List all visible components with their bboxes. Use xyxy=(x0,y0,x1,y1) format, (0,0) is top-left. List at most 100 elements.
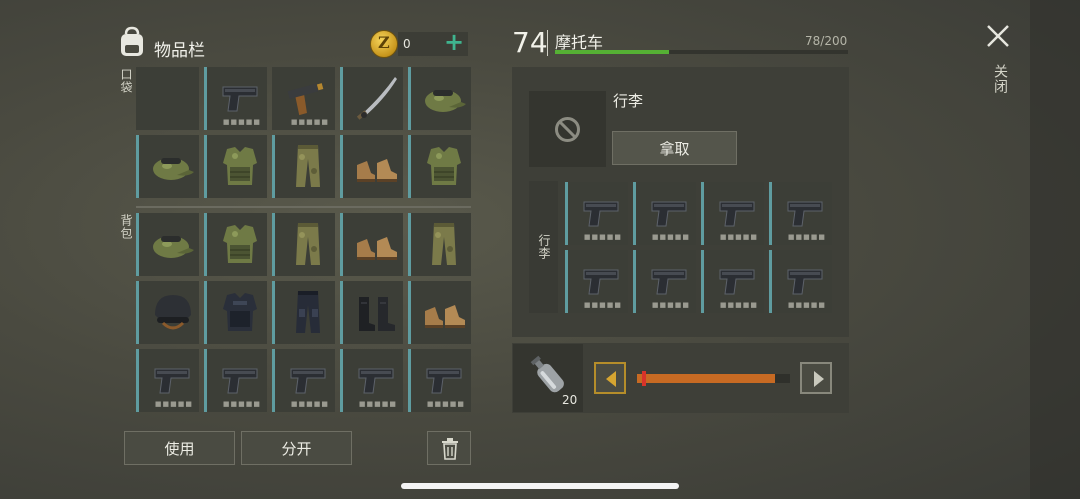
backpack-slot[interactable] xyxy=(272,213,335,276)
backpack-slot[interactable] xyxy=(204,213,267,276)
close-button-label[interactable]: 关闭 xyxy=(990,64,1010,94)
no-item-icon xyxy=(555,117,580,142)
durability-indicator: ■■■■■ xyxy=(290,118,329,126)
pocket-slot[interactable]: ■■■■■ xyxy=(272,67,335,130)
durability-indicator: ■■■■■ xyxy=(222,118,261,126)
backpack-slot[interactable] xyxy=(340,213,403,276)
gas-bottle-icon xyxy=(530,355,564,393)
camo-cap-icon xyxy=(153,236,194,258)
pistol-icon xyxy=(426,368,462,394)
close-icon[interactable] xyxy=(986,24,1010,48)
backpack-slot[interactable] xyxy=(272,281,335,344)
durability-indicator: ■■■■■ xyxy=(426,400,465,408)
police-pants-icon xyxy=(296,291,320,333)
increase-button[interactable] xyxy=(800,362,832,394)
durability-indicator: ■■■■■ xyxy=(358,400,397,408)
durability-indicator: ■■■■■ xyxy=(787,233,826,241)
backpack-slot[interactable]: ■■■■■ xyxy=(204,349,267,412)
katana-icon xyxy=(356,77,397,120)
backpack-slot[interactable] xyxy=(408,281,471,344)
luggage-slot[interactable]: ■■■■■ xyxy=(769,250,832,313)
pocket-slot[interactable] xyxy=(136,135,199,198)
pocket-slot[interactable]: ■■■■■ xyxy=(204,67,267,130)
durability-indicator: ■■■■■ xyxy=(154,400,193,408)
home-indicator[interactable] xyxy=(401,483,679,489)
pistol-icon xyxy=(358,368,394,394)
luggage-slot[interactable]: ■■■■■ xyxy=(565,250,628,313)
flare-gun-icon xyxy=(287,83,324,116)
luggage-slot[interactable]: ■■■■■ xyxy=(633,250,696,313)
split-button[interactable]: 分开 xyxy=(241,431,352,465)
luggage-slot[interactable]: ■■■■■ xyxy=(701,182,764,245)
pistol-icon xyxy=(651,269,687,295)
backpack-slot[interactable]: ■■■■■ xyxy=(340,349,403,412)
durability-indicator: ■■■■■ xyxy=(651,233,690,241)
pocket-slot[interactable] xyxy=(340,135,403,198)
pistol-icon xyxy=(719,269,755,295)
currency-value: 0 xyxy=(403,37,411,51)
right-edge-shade xyxy=(1030,0,1080,499)
backpack-slot[interactable] xyxy=(136,281,199,344)
camo-cap-icon xyxy=(153,158,194,180)
section-divider xyxy=(136,206,471,208)
backpack-slot[interactable]: ■■■■■ xyxy=(272,349,335,412)
capacity-text: 78/200 xyxy=(805,34,848,48)
pocket-slot[interactable] xyxy=(204,135,267,198)
vehicle-slot xyxy=(529,91,606,167)
pocket-slot[interactable] xyxy=(136,67,199,130)
camo-pants-icon xyxy=(296,145,320,187)
header-separator xyxy=(547,30,548,56)
backpack-slot[interactable] xyxy=(340,281,403,344)
backpack-slot[interactable]: ■■■■■ xyxy=(136,349,199,412)
camo-pants-icon xyxy=(432,223,456,265)
pocket-slot[interactable] xyxy=(272,135,335,198)
use-button[interactable]: 使用 xyxy=(124,431,235,465)
pistol-icon xyxy=(787,201,823,227)
arrow-right-icon xyxy=(814,371,824,387)
boots-icon xyxy=(357,159,397,182)
pistol-icon xyxy=(583,201,619,227)
decrease-button[interactable] xyxy=(594,362,626,394)
vehicle-level: 74 xyxy=(512,26,548,59)
delete-button[interactable] xyxy=(427,431,471,465)
durability-indicator: ■■■■■ xyxy=(787,301,826,309)
backpack-slot[interactable] xyxy=(204,281,267,344)
trash-icon xyxy=(442,438,458,460)
backpack-slot[interactable]: ■■■■■ xyxy=(408,349,471,412)
add-currency-button[interactable]: + xyxy=(444,28,464,56)
backpack-slot[interactable] xyxy=(136,213,199,276)
arrow-left-icon xyxy=(606,371,616,387)
camo-vest-icon xyxy=(223,147,257,185)
police-vest-icon xyxy=(223,293,257,331)
amount-slider-thumb[interactable] xyxy=(642,371,646,386)
pistol-icon xyxy=(290,368,326,394)
luggage-slot[interactable]: ■■■■■ xyxy=(701,250,764,313)
camo-cap-icon xyxy=(425,90,466,112)
boots-icon xyxy=(425,305,465,328)
pistol-icon xyxy=(154,368,190,394)
pistol-icon xyxy=(651,201,687,227)
backpack-slot[interactable] xyxy=(408,213,471,276)
pocket-slot[interactable] xyxy=(340,67,403,130)
durability-indicator: ■■■■■ xyxy=(583,233,622,241)
take-button[interactable]: 拿取 xyxy=(612,131,737,165)
pocket-slot[interactable] xyxy=(408,135,471,198)
durability-indicator: ■■■■■ xyxy=(719,233,758,241)
pocket-slot[interactable] xyxy=(408,67,471,130)
capacity-bar-fill xyxy=(555,50,670,54)
durability-indicator: ■■■■■ xyxy=(651,301,690,309)
camo-vest-icon xyxy=(223,225,257,263)
amount-slider-fill xyxy=(637,374,775,383)
luggage-slot[interactable]: ■■■■■ xyxy=(565,182,628,245)
black-boots-icon xyxy=(359,297,395,331)
luggage-side-label: 行李 xyxy=(537,234,551,260)
luggage-slot[interactable]: ■■■■■ xyxy=(633,182,696,245)
fuel-count: 20 xyxy=(562,393,578,407)
helmet-icon xyxy=(155,295,191,330)
luggage-title: 行李 xyxy=(613,92,644,110)
pistol-icon xyxy=(719,201,755,227)
luggage-slot[interactable]: ■■■■■ xyxy=(769,182,832,245)
pockets-label: 口袋 xyxy=(119,68,133,94)
pistol-icon xyxy=(583,269,619,295)
backpack-icon xyxy=(121,26,143,56)
